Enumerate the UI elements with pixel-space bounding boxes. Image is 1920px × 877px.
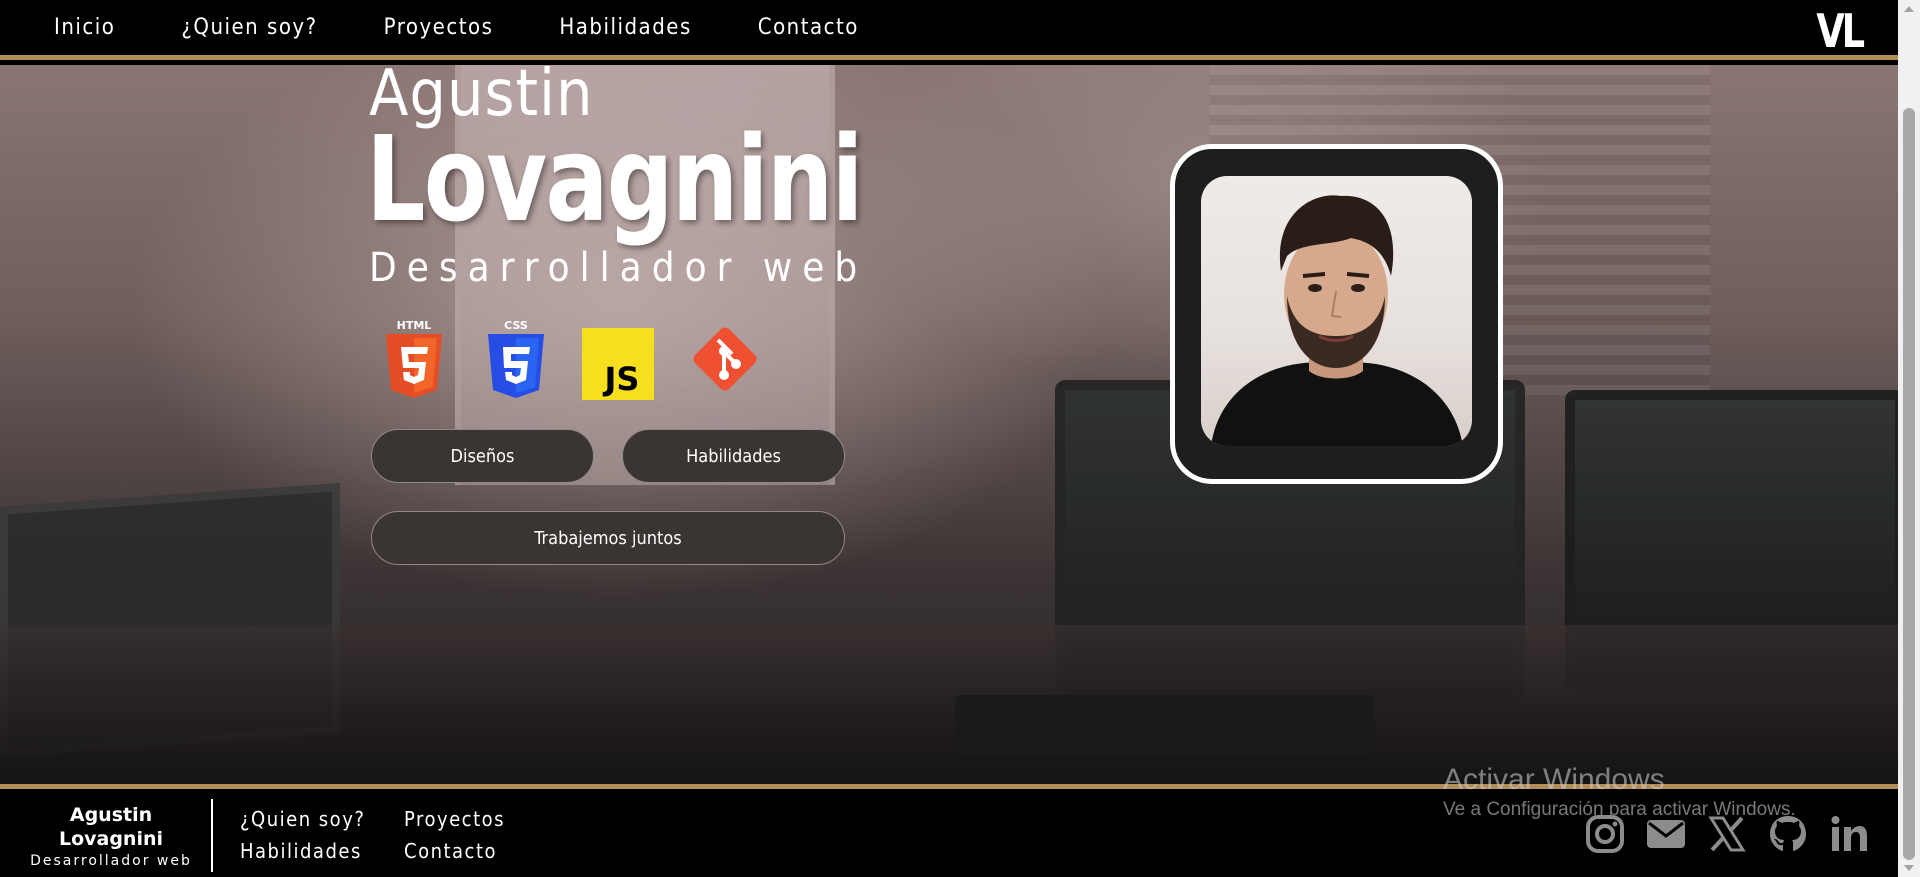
- nav-links: Inicio ¿Quien soy? Proyectos Habilidades…: [54, 15, 925, 40]
- footer-link-proyectos[interactable]: Proyectos: [404, 807, 524, 831]
- disenos-button[interactable]: Diseños: [371, 429, 594, 483]
- footer-links: ¿Quien soy? Proyectos Habilidades Contac…: [240, 807, 524, 863]
- javascript-icon: JS: [582, 318, 654, 400]
- social-links: [1584, 813, 1889, 855]
- trabajemos-juntos-button[interactable]: Trabajemos juntos: [371, 511, 845, 565]
- html5-label: HTML: [397, 319, 432, 332]
- top-navbar: Inicio ¿Quien soy? Proyectos Habilidades…: [0, 0, 1898, 60]
- github-icon[interactable]: [1767, 813, 1809, 855]
- footer-link-contacto[interactable]: Contacto: [404, 839, 524, 863]
- x-icon[interactable]: [1706, 813, 1748, 855]
- footer-link-quien-soy[interactable]: ¿Quien soy?: [240, 807, 404, 831]
- scroll-down-arrow-icon[interactable]: [1904, 865, 1914, 871]
- nav-link-habilidades[interactable]: Habilidades: [559, 15, 691, 40]
- hero-role: Desarrollador web: [369, 245, 868, 291]
- git-icon: [684, 318, 757, 400]
- scrollbar-thumb[interactable]: [1903, 108, 1915, 860]
- instagram-icon[interactable]: [1584, 813, 1626, 855]
- footer-brand-name: Agustin Lovagnini: [58, 804, 164, 850]
- habilidades-button[interactable]: Habilidades: [622, 429, 845, 483]
- nav-link-quien-soy[interactable]: ¿Quien soy?: [181, 15, 317, 40]
- profile-photo: [1201, 176, 1472, 446]
- html5-icon: HTML: [378, 318, 450, 400]
- hero-section: [0, 65, 1898, 784]
- scroll-up-arrow-icon[interactable]: [1904, 6, 1914, 12]
- background-desk: [0, 625, 1898, 784]
- background-keyboard: [955, 695, 1375, 755]
- nav-link-inicio[interactable]: Inicio: [54, 15, 115, 40]
- hero-last-name: Lovagnini: [366, 110, 863, 248]
- javascript-label: JS: [603, 360, 640, 398]
- tech-icons: HTML CSS JS: [378, 318, 786, 400]
- nav-link-contacto[interactable]: Contacto: [758, 15, 859, 40]
- footer-divider: [211, 799, 213, 872]
- linkedin-icon[interactable]: [1828, 813, 1870, 855]
- footer-brand: Agustin Lovagnini Desarrollador web: [28, 803, 194, 871]
- page: Inicio ¿Quien soy? Proyectos Habilidades…: [0, 0, 1920, 877]
- css3-label: CSS: [504, 319, 528, 332]
- email-icon[interactable]: [1645, 813, 1687, 855]
- logo[interactable]: VL: [1816, 4, 1865, 58]
- footer-link-habilidades[interactable]: Habilidades: [240, 839, 404, 863]
- scrollbar[interactable]: [1898, 0, 1920, 877]
- nav-link-proyectos[interactable]: Proyectos: [384, 15, 494, 40]
- css3-icon: CSS: [480, 318, 552, 400]
- footer-brand-role: Desarrollador web: [30, 853, 192, 869]
